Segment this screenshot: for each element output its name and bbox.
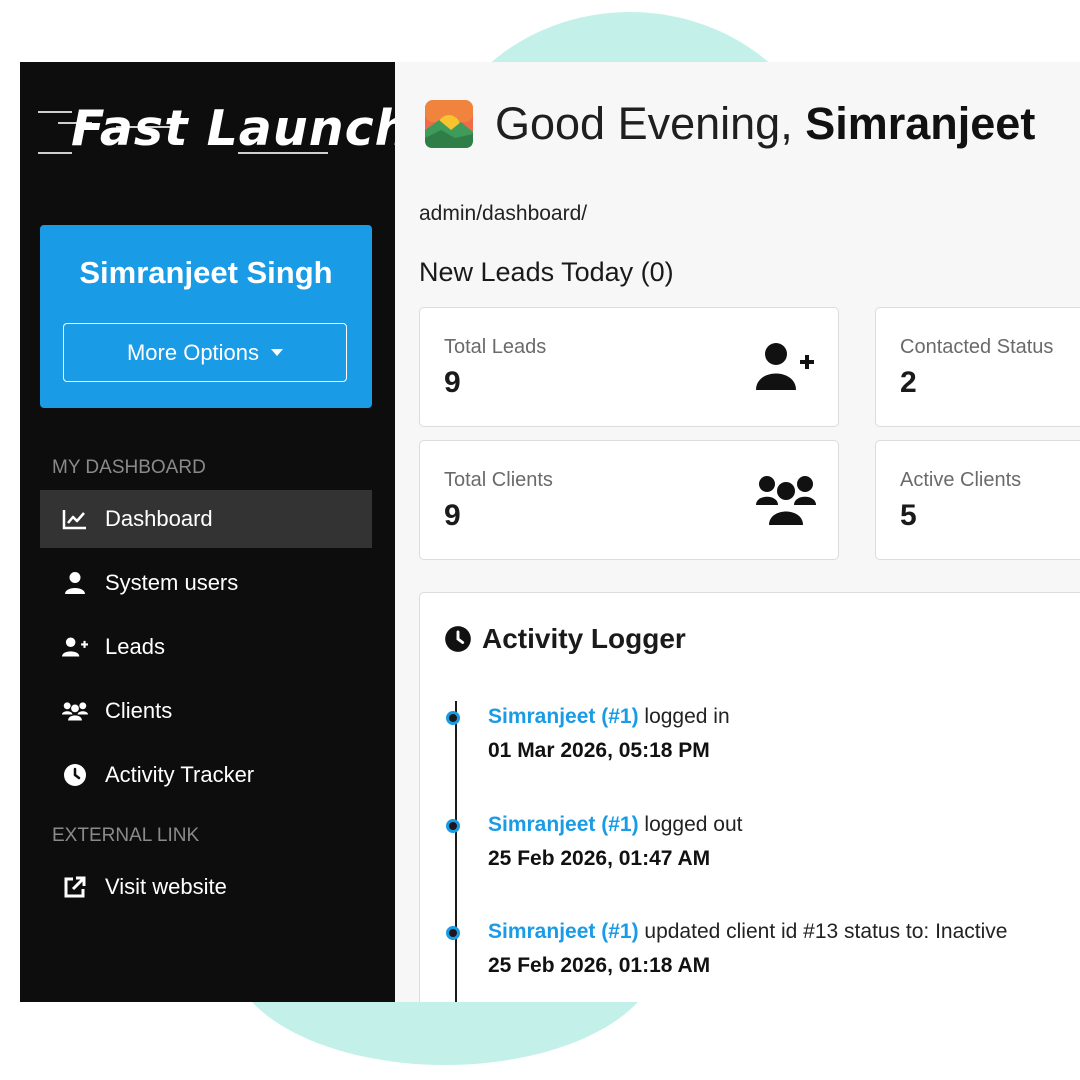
sidebar-item-label: Dashboard (105, 506, 213, 531)
stat-label: Total Clients (444, 469, 553, 491)
stat-card-active-clients[interactable]: Active Clients 5 (875, 440, 1080, 560)
breadcrumb: admin/dashboard/ (419, 202, 588, 225)
stat-label: Contacted Status (900, 336, 1054, 358)
timeline-user-link[interactable]: Simranjeet (#1) (488, 705, 639, 728)
chart-line-icon (62, 506, 88, 532)
sidebar-item-label: System users (105, 570, 239, 595)
stat-card-contacted-status[interactable]: Contacted Status 2 (875, 307, 1080, 427)
stat-value: 5 (900, 499, 917, 532)
sidebar-item-dashboard[interactable]: Dashboard (40, 490, 372, 548)
user-icon (62, 570, 88, 596)
timeline-action: logged in (638, 705, 730, 728)
sidebar-item-label: Leads (105, 634, 165, 659)
user-plus-icon (62, 634, 88, 660)
stat-value: 9 (444, 366, 461, 399)
timeline-timestamp: 01 Mar 2026, 05:18 PM (488, 739, 710, 762)
more-options-label: More Options (126, 339, 260, 365)
greeting-heading: Good Evening, Simranjeet (425, 98, 1035, 150)
new-leads-today-heading: New Leads Today (0) (419, 257, 674, 287)
sidebar-item-label: Visit website (105, 874, 227, 899)
more-options-button[interactable]: More Options (63, 323, 347, 382)
users-icon (756, 476, 816, 525)
timeline-dot (446, 926, 460, 940)
sunrise-icon (425, 100, 473, 148)
sidebar-item-clients[interactable]: Clients (40, 682, 372, 740)
users-icon (62, 698, 88, 724)
profile-name: Simranjeet Singh (79, 255, 333, 290)
greeting-text: Good Evening, (495, 98, 806, 149)
main-content: Good Evening, Simranjeet admin/dashboard… (395, 62, 1080, 1002)
stat-label: Total Leads (444, 336, 547, 358)
sidebar-item-system-users[interactable]: System users (40, 554, 372, 612)
timeline-timestamp: 25 Feb 2026, 01:47 AM (488, 847, 711, 870)
external-link-icon (62, 874, 88, 900)
timeline-dot (446, 819, 460, 833)
activity-logger-title: Activity Logger (444, 623, 686, 655)
sidebar-item-label: Activity Tracker (105, 762, 255, 787)
user-plus-icon (756, 343, 814, 390)
stat-card-total-clients[interactable]: Total Clients 9 (419, 440, 839, 560)
caret-down-icon (271, 349, 284, 356)
sidebar-item-activity-tracker[interactable]: Activity Tracker (40, 746, 372, 804)
brand-logo-text: Fast Launch (71, 100, 411, 157)
activity-logger-title-text: Activity Logger (482, 623, 686, 654)
sidebar-item-leads[interactable]: Leads (40, 618, 372, 676)
sidebar-item-label: Clients (105, 698, 173, 723)
timeline-entry-text: Simranjeet (#1) updated client id #13 st… (488, 920, 1007, 944)
timeline-line (455, 701, 457, 1002)
sidebar-item-visit-website[interactable]: Visit website (40, 858, 372, 916)
section-label-my-dashboard: MY DASHBOARD (52, 457, 206, 478)
timeline-dot (446, 711, 460, 725)
clock-icon (62, 762, 88, 788)
stat-value: 2 (900, 366, 917, 399)
activity-logger-card: Activity Logger Simranjeet (#1) logged i… (419, 592, 1080, 1002)
logo-speed-line (38, 152, 72, 154)
logo-speed-line (38, 111, 72, 113)
timeline-user-link[interactable]: Simranjeet (#1) (488, 813, 639, 836)
timeline-entry-text: Simranjeet (#1) logged in (488, 705, 730, 729)
section-label-external-link: EXTERNAL LINK (52, 825, 200, 846)
stat-label: Active Clients (900, 469, 1022, 491)
profile-card: Simranjeet Singh More Options (40, 225, 372, 408)
stat-card-total-leads[interactable]: Total Leads 9 (419, 307, 839, 427)
timeline-action: updated client id #13 status to: Inactiv… (638, 920, 1008, 943)
stat-value: 9 (444, 499, 461, 532)
sidebar: Fast Launch Simranjeet Singh More Option… (20, 62, 410, 1002)
clock-icon (445, 626, 471, 652)
timeline-action: logged out (638, 813, 743, 836)
app-window: Fast Launch Simranjeet Singh More Option… (20, 62, 1080, 1002)
timeline-user-link[interactable]: Simranjeet (#1) (488, 920, 639, 943)
greeting-username: Simranjeet (805, 98, 1036, 149)
timeline-timestamp: 25 Feb 2026, 01:18 AM (488, 954, 711, 977)
timeline-entry-text: Simranjeet (#1) logged out (488, 813, 743, 837)
brand-logo[interactable]: Fast Launch (38, 100, 410, 160)
